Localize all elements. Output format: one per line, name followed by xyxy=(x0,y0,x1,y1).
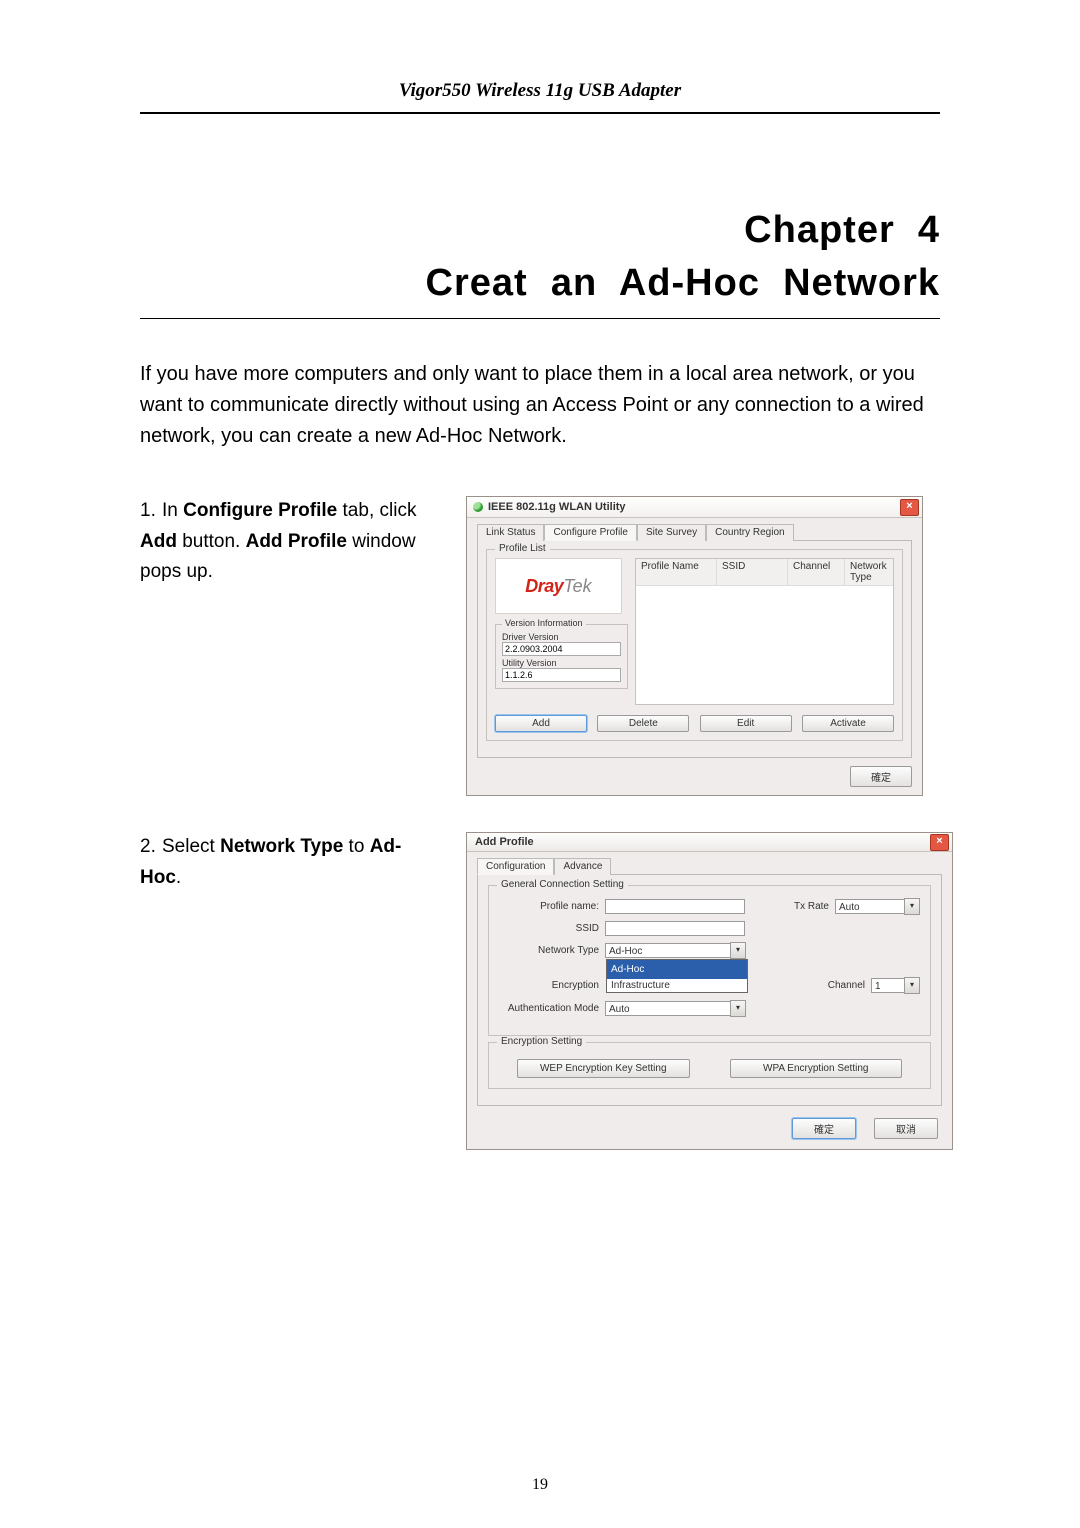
tab-configure-profile[interactable]: Configure Profile xyxy=(544,524,636,541)
ssid-label: SSID xyxy=(499,923,599,934)
option-ad-hoc[interactable]: Ad-Hoc xyxy=(607,960,747,979)
ok-button[interactable]: 確定 xyxy=(792,1118,856,1139)
tab-site-survey[interactable]: Site Survey xyxy=(637,524,706,541)
tab-country-region[interactable]: Country Region xyxy=(706,524,793,541)
add-profile-dialog: Add Profile × Configuration Advance Gene… xyxy=(466,832,953,1150)
profile-list[interactable]: Profile Name SSID Channel Network Type xyxy=(635,558,894,705)
dialog1-tabs: Link Status Configure Profile Site Surve… xyxy=(467,518,922,541)
wep-encryption-button[interactable]: WEP Encryption Key Setting xyxy=(517,1059,690,1078)
chevron-down-icon[interactable]: ▾ xyxy=(904,977,920,994)
top-rule xyxy=(140,112,940,114)
version-info-label: Version Information xyxy=(502,618,586,628)
wlan-utility-dialog: IEEE 802.11g WLAN Utility × Link Status … xyxy=(466,496,923,796)
chapter-title: Creat an Ad-Hoc Network xyxy=(140,257,940,310)
utility-version-field xyxy=(502,668,621,682)
edit-button[interactable]: Edit xyxy=(700,715,792,732)
heading-rule xyxy=(140,318,940,319)
profile-name-label: Profile name: xyxy=(499,901,599,912)
running-head: Vigor550 Wireless 11g USB Adapter xyxy=(140,80,940,102)
profile-list-label: Profile List xyxy=(495,543,550,554)
col-profile-name[interactable]: Profile Name xyxy=(636,559,717,585)
option-infrastructure[interactable]: Infrastructure xyxy=(607,979,747,992)
profile-name-input[interactable] xyxy=(605,899,745,914)
wpa-encryption-button[interactable]: WPA Encryption Setting xyxy=(730,1059,903,1078)
network-type-label: Network Type xyxy=(499,945,599,956)
tab-configuration[interactable]: Configuration xyxy=(477,858,554,875)
dialog1-title: IEEE 802.11g WLAN Utility xyxy=(488,501,626,513)
auth-mode-label: Authentication Mode xyxy=(499,1003,599,1014)
txrate-label: Tx Rate xyxy=(794,901,829,912)
driver-version-field xyxy=(502,642,621,656)
col-channel[interactable]: Channel xyxy=(788,559,845,585)
channel-label: Channel xyxy=(828,980,865,991)
app-icon xyxy=(473,502,483,512)
auth-mode-select[interactable]: Auto xyxy=(605,1001,731,1016)
close-icon[interactable]: × xyxy=(900,499,919,516)
chapter-number: Chapter 4 xyxy=(140,204,940,257)
close-icon[interactable]: × xyxy=(930,834,949,851)
cancel-button[interactable]: 取消 xyxy=(874,1118,938,1139)
network-type-select[interactable]: Ad-Hoc xyxy=(605,943,731,958)
ssid-input[interactable] xyxy=(605,921,745,936)
txrate-select[interactable]: Auto xyxy=(835,899,905,914)
col-ssid[interactable]: SSID xyxy=(717,559,788,585)
chevron-down-icon[interactable]: ▾ xyxy=(730,942,746,959)
page-number: 19 xyxy=(0,1476,1080,1494)
add-button[interactable]: Add xyxy=(495,715,587,732)
encryption-label: Encryption xyxy=(499,980,599,991)
step-1-text: 1.In Configure Profile tab, click Add bu… xyxy=(140,496,440,587)
intro-paragraph: If you have more computers and only want… xyxy=(140,359,940,452)
encryption-setting-label: Encryption Setting xyxy=(497,1036,586,1047)
dialog2-title: Add Profile xyxy=(475,836,534,848)
channel-select[interactable]: 1 xyxy=(871,978,905,993)
draytek-logo: DrayTek xyxy=(495,558,622,614)
col-network-type[interactable]: Network Type xyxy=(845,559,893,585)
driver-version-label: Driver Version xyxy=(502,632,621,642)
tab-advance[interactable]: Advance xyxy=(554,858,611,875)
general-connection-label: General Connection Setting xyxy=(497,879,628,890)
step-2-text: 2.Select Network Type to Ad-Hoc. xyxy=(140,832,440,893)
ok-button[interactable]: 確定 xyxy=(850,766,912,787)
network-type-options: Ad-Hoc Infrastructure xyxy=(606,959,748,993)
delete-button[interactable]: Delete xyxy=(597,715,689,732)
chevron-down-icon[interactable]: ▾ xyxy=(904,898,920,915)
utility-version-label: Utility Version xyxy=(502,658,621,668)
chevron-down-icon[interactable]: ▾ xyxy=(730,1000,746,1017)
tab-link-status[interactable]: Link Status xyxy=(477,524,544,541)
activate-button[interactable]: Activate xyxy=(802,715,894,732)
